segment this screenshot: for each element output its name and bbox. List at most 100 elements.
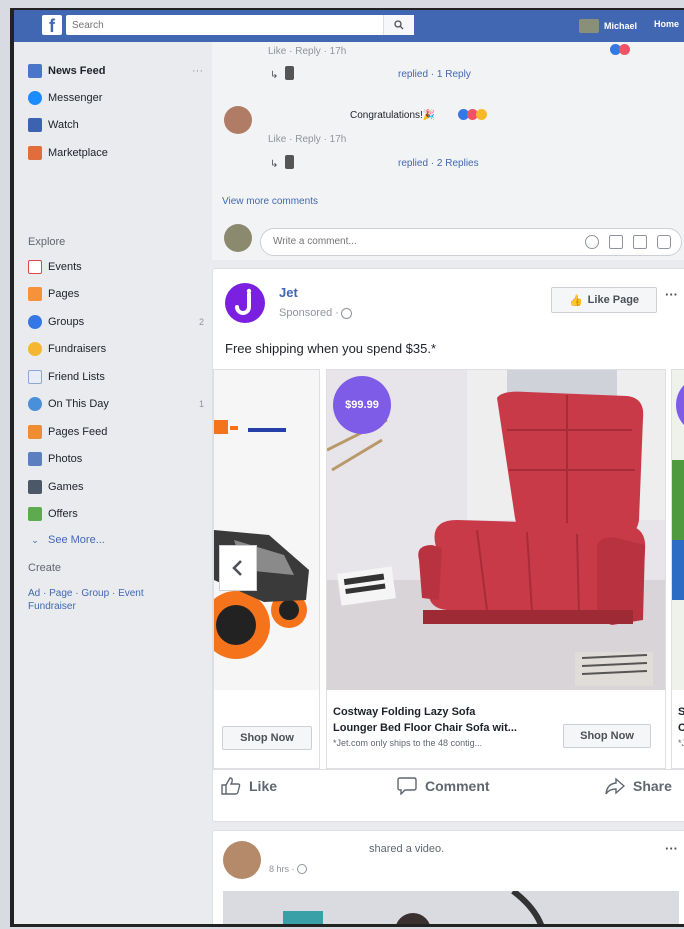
page-name[interactable]: Jet [279, 285, 298, 300]
sidebar-item-on-this-day[interactable]: On This Day 1 [28, 395, 204, 413]
sidebar-item-label: Messenger [48, 92, 103, 104]
sidebar-item-see-more[interactable]: ⌄ See More... [28, 531, 105, 549]
avatar[interactable] [224, 106, 252, 134]
video-thumbnail[interactable] [223, 891, 679, 927]
search-button[interactable] [383, 15, 414, 35]
sidebar-item-label: Pages Feed [48, 426, 108, 438]
create-page-link[interactable]: Page [49, 588, 72, 599]
sponsored-post: Jet Sponsored · 👍 Like Page ··· Free shi… [212, 268, 684, 822]
offers-icon [28, 507, 42, 521]
sidebar-item-watch[interactable]: Watch [28, 116, 79, 134]
product-card[interactable]: $ Sp Co *J [671, 369, 684, 769]
sidebar-item-label: Pages [48, 288, 80, 300]
profile-name: Michael [604, 21, 638, 31]
home-link[interactable]: Home [654, 19, 679, 29]
view-more-comments-link[interactable]: View more comments [222, 196, 318, 207]
comment-meta[interactable]: Like · Reply · 17h [268, 46, 346, 57]
sidebar-item-label: On This Day [48, 398, 109, 410]
sidebar-item-label: Photos [48, 453, 83, 465]
carousel-prev-button[interactable] [219, 545, 257, 591]
sidebar-item-photos[interactable]: Photos [28, 450, 82, 468]
facebook-logo-icon[interactable]: f [42, 15, 62, 36]
avatar [579, 19, 599, 33]
thumbs-up-icon: 👍 [568, 294, 583, 307]
chevron-down-icon: ⌄ [31, 534, 39, 545]
friend-lists-icon [28, 370, 42, 384]
news-feed: Like · Reply · 17h ↳ replied · 1 Reply C… [212, 42, 684, 924]
more-options-icon[interactable]: ··· [665, 287, 678, 302]
share-icon [605, 777, 625, 795]
create-event-link[interactable]: Event [118, 588, 144, 599]
sidebar-item-friend-lists[interactable]: Friend Lists [28, 368, 105, 386]
thumbs-up-icon [221, 777, 241, 795]
create-ad-link[interactable]: Ad [28, 588, 40, 599]
sponsored-label: Sponsored · [279, 307, 352, 319]
share-label: Share [633, 778, 672, 794]
left-sidebar: News Feed ··· Messenger Watch Marketplac… [14, 42, 204, 924]
browser-viewport: f Michael Home News Feed ··· Messenger [10, 8, 684, 927]
reply-arrow-icon: ↳ [270, 159, 279, 170]
chevron-left-icon [232, 560, 242, 576]
gif-icon[interactable] [633, 235, 647, 249]
like-button[interactable]: Like [221, 777, 277, 795]
jet-logo-glyph-icon [235, 288, 252, 315]
jet-logo-icon[interactable] [225, 283, 265, 323]
more-options-icon[interactable]: ··· [665, 841, 678, 856]
sidebar-item-pages-feed[interactable]: Pages Feed [28, 423, 107, 441]
sponsored-text: Sponsored · [279, 307, 339, 319]
post-timestamp[interactable]: 8 hrs · [269, 864, 307, 874]
avatar[interactable] [223, 841, 261, 879]
camera-icon[interactable] [609, 235, 623, 249]
view-replies-link[interactable]: replied · 2 Replies [398, 158, 479, 169]
marketplace-icon [28, 146, 42, 160]
comment-composer [260, 228, 682, 256]
share-button[interactable]: Share [605, 777, 672, 795]
sidebar-item-pages[interactable]: Pages [28, 285, 79, 303]
sidebar-item-games[interactable]: Games [28, 478, 83, 496]
sidebar-item-events[interactable]: Events [28, 258, 82, 276]
sidebar-item-groups[interactable]: Groups 2 [28, 313, 204, 331]
product-note: *J [678, 738, 684, 748]
groups-count: 2 [198, 317, 204, 327]
sidebar-item-news-feed[interactable]: News Feed ··· [28, 62, 203, 80]
product-carousel: Shop Now $99.99 Costway Folding Lazy Sof… [213, 369, 684, 769]
product-image [213, 370, 319, 690]
create-group-link[interactable]: Group [81, 588, 109, 599]
emoji-icon[interactable] [585, 235, 599, 249]
reply-arrow-icon: ↳ [270, 70, 279, 81]
like-page-label: Like Page [587, 294, 640, 306]
product-card[interactable]: $99.99 Costway Folding Lazy Sofa Lounger… [326, 369, 666, 769]
groups-icon [28, 315, 42, 329]
create-fundraiser-link[interactable]: Fundraiser [28, 601, 76, 612]
sidebar-item-marketplace[interactable]: Marketplace [28, 144, 108, 162]
sidebar-item-label: Groups [48, 316, 85, 328]
price-label: $99.99 [345, 399, 379, 411]
create-links: Ad · Page · Group · Event Fundraiser [28, 588, 144, 612]
photos-icon [28, 452, 42, 466]
product-info: Sp Co *J [678, 704, 684, 750]
reaction-summary[interactable] [458, 109, 487, 120]
sidebar-item-messenger[interactable]: Messenger [28, 89, 102, 107]
price-badge: $99.99 [333, 376, 391, 434]
sticker-icon[interactable] [657, 235, 671, 249]
comment-button[interactable]: Comment [397, 777, 490, 795]
sidebar-item-fundraisers[interactable]: Fundraisers [28, 340, 106, 358]
sidebar-item-offers[interactable]: Offers [28, 505, 78, 523]
sidebar-item-label: Events [48, 261, 82, 273]
reaction-summary [610, 44, 630, 55]
view-replies-link[interactable]: replied · 1 Reply [398, 69, 471, 80]
avatar [224, 224, 252, 252]
search-input[interactable] [66, 15, 378, 36]
comment-meta[interactable]: Like · Reply · 17h [268, 134, 346, 145]
like-page-button[interactable]: 👍 Like Page [551, 287, 657, 313]
on-this-day-icon [28, 397, 42, 411]
more-options-icon[interactable]: ··· [192, 65, 203, 77]
shop-now-button[interactable]: Shop Now [563, 724, 651, 748]
comment-input[interactable] [271, 235, 555, 248]
composer-tools [585, 235, 671, 249]
fundraisers-icon [28, 342, 42, 356]
profile-link[interactable]: Michael [579, 19, 637, 33]
product-title: Sp [678, 704, 684, 720]
sidebar-item-label: Marketplace [48, 147, 108, 159]
shop-now-button[interactable]: Shop Now [222, 726, 312, 750]
